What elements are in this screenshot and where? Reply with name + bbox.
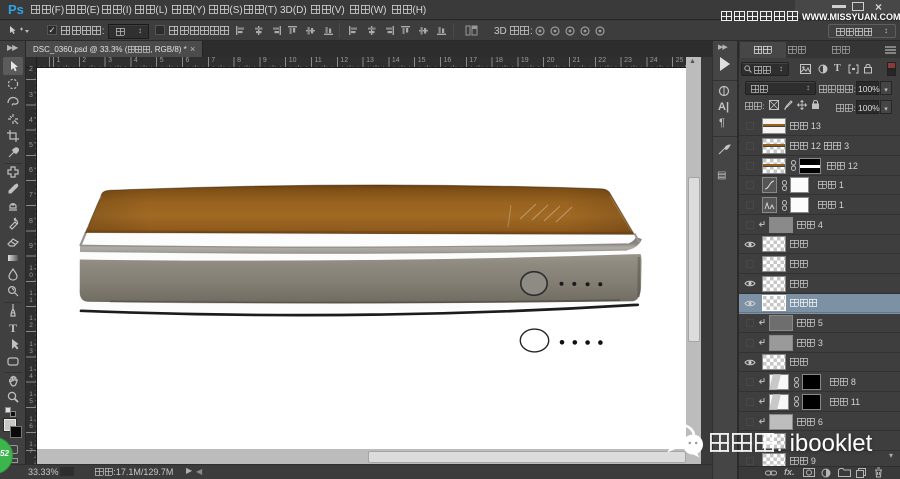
svg-text:T: T: [9, 321, 17, 334]
